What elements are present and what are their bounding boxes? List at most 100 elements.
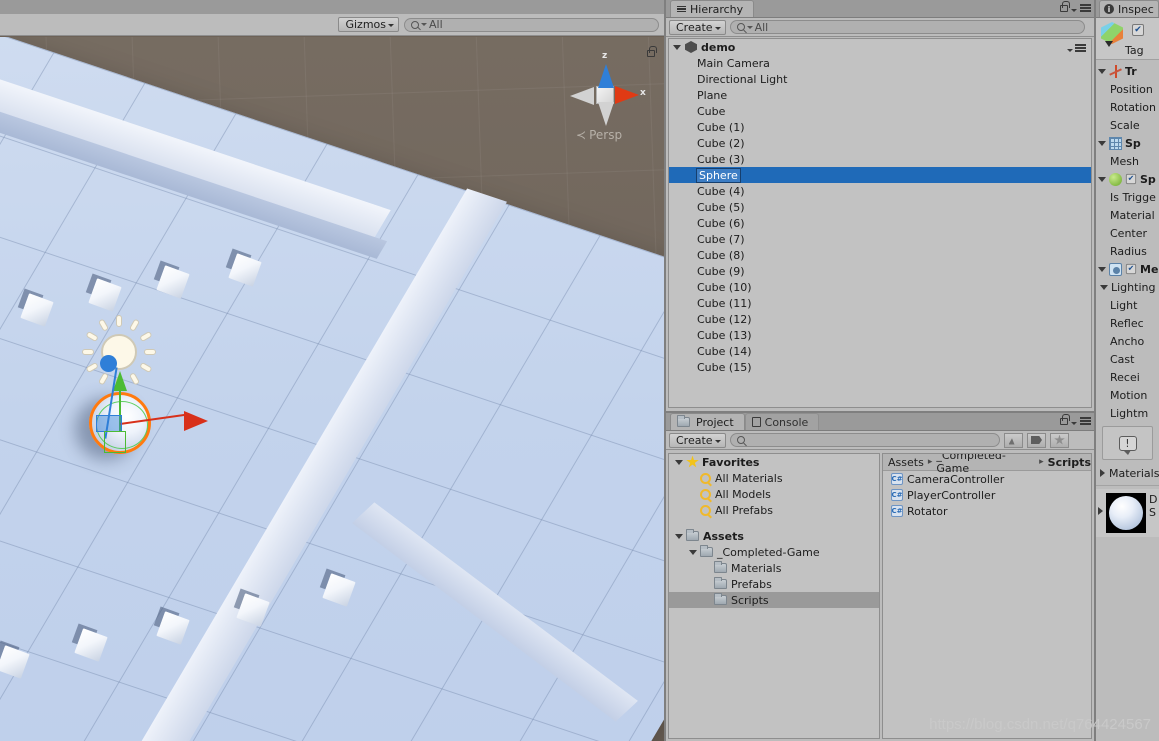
hierarchy-item[interactable]: Cube (3) — [669, 151, 1091, 167]
hierarchy-item[interactable]: Cube (9) — [669, 263, 1091, 279]
hierarchy-panel-controls[interactable] — [1060, 1, 1091, 12]
component-property-row[interactable]: Center — [1096, 224, 1159, 242]
tab-console[interactable]: Console — [744, 413, 820, 430]
material-preview-block[interactable]: DS — [1096, 489, 1159, 537]
hierarchy-item[interactable]: Cube (8) — [669, 247, 1091, 263]
filter-favorites-button[interactable] — [1050, 432, 1069, 448]
gizmo-plane-xz-handle[interactable] — [96, 415, 122, 432]
chevron-down-icon[interactable] — [689, 549, 697, 555]
component-header[interactable]: Me — [1096, 260, 1159, 278]
component-header[interactable]: Sp — [1096, 170, 1159, 188]
gizmo-axis-neg-z-cone[interactable] — [598, 102, 614, 126]
asset-list-item[interactable]: C# PlayerController — [883, 487, 1091, 503]
scene-lock-toggle[interactable] — [647, 46, 657, 57]
hierarchy-item[interactable]: Cube (10) — [669, 279, 1091, 295]
chevron-right-icon[interactable] — [1100, 469, 1105, 477]
component-header[interactable]: Tr — [1096, 62, 1159, 80]
hierarchy-item[interactable]: Cube (13) — [669, 327, 1091, 343]
breadcrumb-segment[interactable]: Scripts — [1048, 456, 1091, 469]
filter-by-label-button[interactable] — [1027, 432, 1046, 448]
lock-icon[interactable] — [1060, 1, 1070, 12]
chevron-down-icon[interactable] — [675, 533, 683, 539]
projection-mode-label[interactable]: Persp — [576, 128, 622, 142]
chevron-down-icon[interactable] — [675, 459, 683, 465]
hierarchy-search-input[interactable]: All — [729, 20, 1085, 34]
component-enabled-checkbox[interactable] — [1125, 263, 1137, 275]
project-tree-item[interactable]: Scripts — [669, 592, 879, 608]
hierarchy-item[interactable]: Cube (7) — [669, 231, 1091, 247]
project-tree-item[interactable]: All Prefabs — [669, 502, 879, 518]
scene-view-panel[interactable]: Gizmos All z x ≺ Persp — [0, 0, 665, 741]
chevron-down-icon[interactable] — [1071, 8, 1077, 12]
component-property-row[interactable]: Recei — [1096, 368, 1159, 386]
project-tree-item[interactable]: Favorites — [669, 454, 879, 470]
tab-hierarchy[interactable]: Hierarchy — [670, 0, 755, 17]
gizmo-axis-z-handle[interactable] — [100, 355, 117, 372]
project-tree-item[interactable]: All Materials — [669, 470, 879, 486]
scene-toolbar[interactable]: Gizmos All — [0, 14, 665, 36]
tab-inspector[interactable]: i Inspec — [1099, 0, 1159, 17]
component-property-row[interactable]: Scale — [1096, 116, 1159, 134]
hierarchy-tree[interactable]: demo Main Camera Directional Light Plane Cu… — [668, 38, 1092, 408]
panel-menu-icon[interactable] — [1080, 4, 1091, 12]
hierarchy-item[interactable]: Cube (12) — [669, 311, 1091, 327]
hierarchy-item[interactable]: Plane — [669, 87, 1091, 103]
gizmos-dropdown[interactable]: Gizmos — [338, 17, 399, 32]
hierarchy-item[interactable]: Directional Light — [669, 71, 1091, 87]
project-toolbar[interactable]: Create — [666, 431, 1094, 450]
project-tree-item[interactable]: All Models — [669, 486, 879, 502]
project-tree-item[interactable]: Materials — [669, 560, 879, 576]
chevron-down-icon[interactable] — [1067, 48, 1073, 52]
lock-icon[interactable] — [1060, 414, 1070, 425]
scene-orientation-gizmo[interactable]: z x Persp — [560, 42, 652, 146]
component-property-row[interactable]: Is Trigge — [1096, 188, 1159, 206]
component-property-row[interactable]: Cast — [1096, 350, 1159, 368]
hierarchy-item[interactable]: Cube (5) — [669, 199, 1091, 215]
component-property-row[interactable]: Lighting — [1096, 278, 1159, 296]
hierarchy-scene-root[interactable]: demo — [669, 39, 1091, 55]
component-property-row[interactable]: Rotation — [1096, 98, 1159, 116]
hierarchy-create-button[interactable]: Create — [669, 19, 726, 35]
component-property-row[interactable]: Lightm — [1096, 404, 1159, 422]
component-property-row[interactable]: Mesh — [1096, 152, 1159, 170]
breadcrumb-segment[interactable]: Assets — [888, 456, 924, 469]
project-create-button[interactable]: Create — [669, 432, 726, 448]
component-header[interactable]: Sp — [1096, 134, 1159, 152]
component-property-row[interactable]: Radius — [1096, 242, 1159, 260]
hierarchy-item[interactable]: Cube (11) — [669, 295, 1091, 311]
chevron-right-icon[interactable] — [1098, 507, 1103, 515]
chevron-down-icon[interactable] — [1098, 176, 1106, 182]
chevron-down-icon[interactable] — [673, 44, 681, 50]
materials-foldout-row[interactable]: Materials — [1096, 464, 1159, 482]
chevron-down-icon[interactable] — [1100, 284, 1108, 290]
chevron-down-icon[interactable] — [1098, 266, 1106, 272]
gizmo-plane-xy-handle[interactable] — [104, 431, 126, 453]
filter-by-type-button[interactable] — [1004, 432, 1023, 448]
asset-list[interactable]: C# CameraController C# PlayerController C# Ro… — [883, 471, 1091, 519]
gizmo-axis-neg-x-cone[interactable] — [570, 87, 594, 105]
hierarchy-item[interactable]: Cube — [669, 103, 1091, 119]
project-folder-tree[interactable]: Favorites All Materials All Models All Pref… — [668, 453, 880, 739]
component-property-row[interactable]: Ancho — [1096, 332, 1159, 350]
gizmo-axis-z-cone[interactable] — [598, 64, 614, 88]
hierarchy-item[interactable]: Cube (2) — [669, 135, 1091, 151]
panel-menu-icon[interactable] — [1080, 417, 1091, 425]
component-enabled-checkbox[interactable] — [1125, 173, 1137, 185]
chevron-down-icon[interactable] — [1071, 421, 1077, 425]
chevron-down-icon[interactable] — [1098, 68, 1106, 74]
hierarchy-item[interactable]: Cube (6) — [669, 215, 1091, 231]
hierarchy-item[interactable]: Cube (4) — [669, 183, 1091, 199]
chevron-down-icon[interactable] — [1105, 41, 1113, 47]
project-tree-item[interactable]: Prefabs — [669, 576, 879, 592]
gizmo-axis-x-handle[interactable] — [184, 411, 208, 431]
gameobject-enabled-checkbox[interactable] — [1132, 24, 1144, 36]
project-search-input[interactable] — [729, 433, 1000, 447]
project-panel-controls[interactable] — [1060, 414, 1091, 425]
scene-search-input[interactable]: All — [404, 17, 659, 32]
hierarchy-toolbar[interactable]: Create All — [666, 18, 1094, 37]
project-asset-browser[interactable]: Assets ▸ _Completed-Game ▸ Scripts C# CameraC… — [882, 453, 1092, 739]
component-property-row[interactable]: Material — [1096, 206, 1159, 224]
component-property-row[interactable]: Motion — [1096, 386, 1159, 404]
hierarchy-item-selected[interactable]: Sphere — [669, 167, 1091, 183]
scene-viewport[interactable]: z x Persp — [0, 37, 665, 741]
